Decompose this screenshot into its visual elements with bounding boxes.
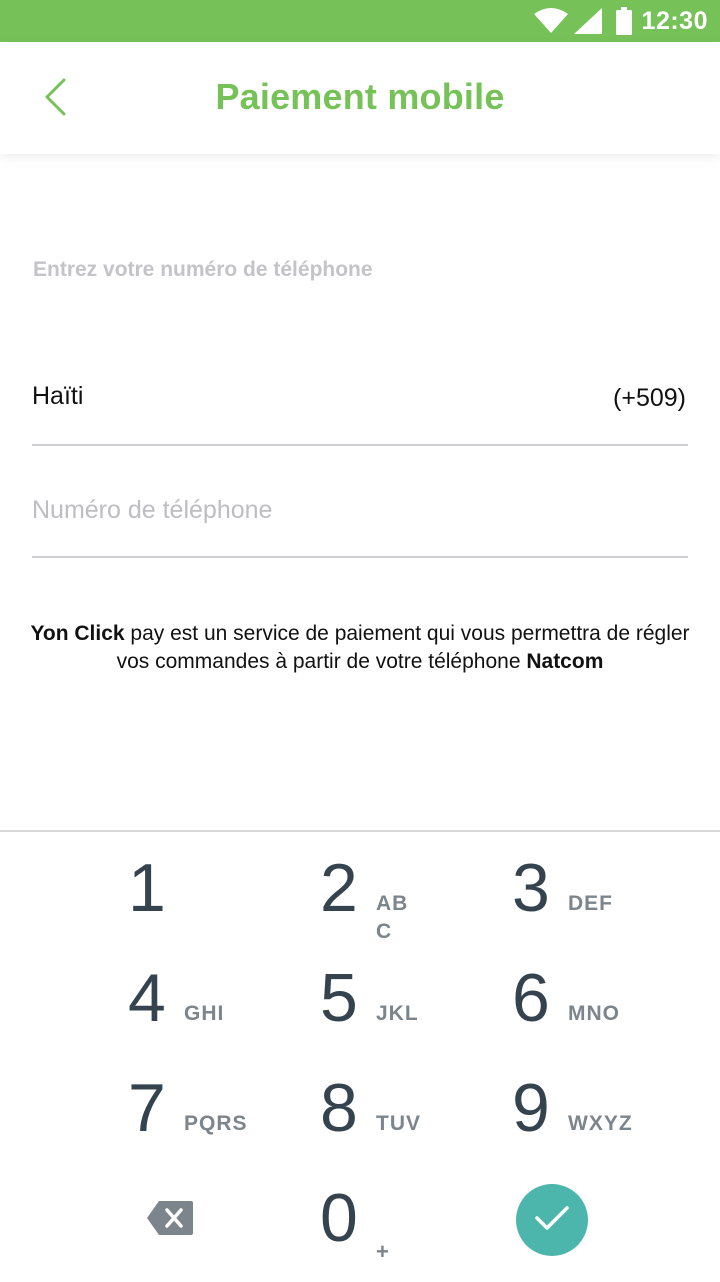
numeric-keypad: 1 2 ABC 3 DEF 4 GHI 5 JKL 6 MNO 7 PQRS 8… bbox=[0, 830, 720, 1282]
key-letters: JKL bbox=[376, 1002, 419, 1025]
page-title: Paiement mobile bbox=[215, 76, 505, 117]
signal-icon bbox=[573, 8, 602, 34]
backspace-icon bbox=[145, 1199, 195, 1242]
key-digit: 6 bbox=[512, 960, 550, 1036]
key-letters: DEF bbox=[568, 892, 613, 915]
backspace-button[interactable] bbox=[130, 1190, 210, 1250]
app-bar: Paiement mobile bbox=[0, 42, 720, 154]
key-digit: 7 bbox=[128, 1070, 166, 1146]
wifi-icon bbox=[533, 8, 568, 34]
key-digit: 2 bbox=[320, 850, 358, 926]
key-letters: + bbox=[376, 1239, 390, 1264]
key-letters: ABC bbox=[376, 892, 409, 943]
key-digit: 5 bbox=[320, 960, 358, 1036]
country-selector[interactable]: Haïti (+509) bbox=[32, 340, 688, 446]
key-letters: MNO bbox=[568, 1002, 620, 1025]
key-digit: 9 bbox=[512, 1070, 550, 1146]
description-text: pay est un service de paiement qui vous … bbox=[116, 622, 690, 673]
key-digit: 1 bbox=[128, 850, 166, 926]
phone-form-label: Entrez votre numéro de téléphone bbox=[33, 258, 373, 281]
phone-field-row bbox=[32, 476, 688, 558]
operator-name: Natcom bbox=[526, 650, 604, 673]
battery-icon bbox=[615, 7, 632, 35]
key-1[interactable]: 1 bbox=[128, 832, 328, 937]
key-letters: TUV bbox=[376, 1112, 421, 1135]
key-letters: GHI bbox=[184, 1002, 225, 1025]
key-7[interactable]: 7 PQRS bbox=[128, 1052, 328, 1157]
key-digit: 0 bbox=[320, 1180, 358, 1256]
country-name: Haïti bbox=[32, 382, 84, 410]
key-2[interactable]: 2 ABC bbox=[320, 832, 520, 943]
key-5[interactable]: 5 JKL bbox=[320, 942, 520, 1047]
key-digit: 4 bbox=[128, 960, 166, 1036]
check-icon bbox=[534, 1204, 570, 1237]
key-digit: 8 bbox=[320, 1070, 358, 1146]
brand-name: Yon Click bbox=[30, 622, 125, 645]
key-3[interactable]: 3 DEF bbox=[512, 832, 712, 937]
status-icons: 12:30 bbox=[533, 0, 708, 42]
key-8[interactable]: 8 TUV bbox=[320, 1052, 520, 1157]
key-digit: 3 bbox=[512, 850, 550, 926]
key-letters: WXYZ bbox=[568, 1112, 633, 1135]
key-6[interactable]: 6 MNO bbox=[512, 942, 712, 1047]
confirm-button[interactable] bbox=[516, 1184, 588, 1256]
phone-number-input[interactable] bbox=[32, 490, 672, 530]
status-time: 12:30 bbox=[641, 6, 708, 35]
key-letters: PQRS bbox=[184, 1112, 248, 1135]
status-bar: 12:30 bbox=[0, 0, 720, 42]
key-4[interactable]: 4 GHI bbox=[128, 942, 328, 1047]
country-dial-code: (+509) bbox=[613, 384, 686, 412]
key-0[interactable]: 0 + bbox=[320, 1162, 520, 1267]
service-description: Yon Click pay est un service de paiement… bbox=[24, 620, 696, 676]
key-9[interactable]: 9 WXYZ bbox=[512, 1052, 712, 1157]
